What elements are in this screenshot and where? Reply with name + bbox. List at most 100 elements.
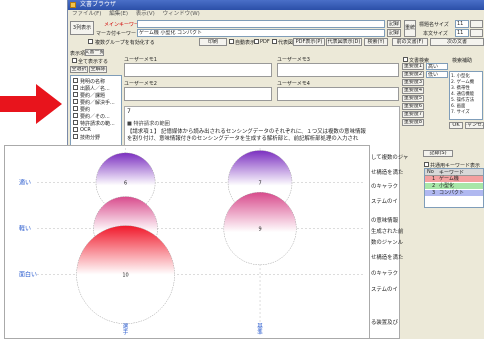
record-button-2[interactable]: 記録 (387, 29, 401, 37)
doc-query-checkbox[interactable] (403, 57, 408, 62)
clear-all-button[interactable]: 全解除 (89, 66, 107, 73)
title-font-size-input[interactable]: 11 (455, 20, 469, 28)
doc-snippet: 生成された前 (371, 229, 404, 235)
list-item[interactable]: 要約 (80, 106, 90, 113)
importance-button-7[interactable]: 重要度7 (402, 111, 424, 118)
item-checkbox[interactable] (73, 120, 78, 125)
col-keyword: キーワード (439, 170, 465, 176)
memo4-label: ユーザーメモ4 (277, 81, 310, 87)
keyword-text: 小型化 (439, 183, 455, 189)
group-checkbox[interactable] (88, 39, 93, 44)
keyword-row[interactable]: 2 小型化 (425, 183, 483, 189)
memo3-field[interactable] (277, 63, 399, 77)
doc-snippet: 数のジャンル (371, 240, 404, 246)
importance-button-3[interactable]: 重要度3 (402, 79, 424, 86)
record-button-1[interactable]: 記録 (387, 20, 401, 28)
bubble-chart-panel: 677910 適い軽い面白い選手基準 (4, 145, 370, 339)
show-all-checkbox[interactable] (72, 58, 77, 63)
search-button[interactable]: 検索(Y) (364, 38, 388, 46)
memo2-field[interactable] (124, 87, 272, 101)
memo3-label: ユーザーメモ3 (277, 57, 310, 63)
importance-value-2[interactable]: 低い (426, 71, 448, 78)
menu-window[interactable]: ウィンドウ(W) (163, 11, 200, 17)
three-column-button[interactable]: 3列表示 (70, 21, 94, 35)
doc-snippet: のキャラク (371, 271, 398, 277)
font-size-label-1: 標題名サイズ (419, 22, 449, 28)
memo1-label: ユーザーメモ1 (124, 57, 157, 63)
list-item[interactable]: 要約／解決手... (80, 99, 115, 106)
doc-snippet: の意味情報 (371, 218, 398, 224)
x-tick-label: 選 (123, 322, 129, 330)
font-apply-button-2[interactable] (470, 29, 483, 37)
item-checkbox[interactable] (73, 78, 78, 83)
item-checkbox[interactable] (73, 85, 78, 90)
memo1-field[interactable] (124, 63, 272, 77)
keyword-no: 2 (432, 183, 436, 189)
importance-button-4[interactable]: 重要度4 (402, 87, 424, 94)
item-checkbox[interactable] (73, 106, 78, 111)
item-checkbox[interactable] (73, 99, 78, 104)
prev-document-button[interactable]: 前の文書(F) (392, 38, 428, 46)
doc-snippet: る装置及び (371, 320, 398, 326)
doc-snippet: ステムのイ (371, 287, 398, 293)
list-item[interactable]: 技術分野 (80, 134, 100, 141)
proxy-display-button[interactable]: 代表図表示(D) (326, 38, 362, 46)
body-font-size-input[interactable]: 11 (455, 29, 469, 37)
ok-button[interactable]: OK (449, 122, 463, 129)
item-checkbox[interactable] (73, 92, 78, 97)
list-item[interactable]: OCR (80, 127, 91, 133)
list-item[interactable]: 特許請求の範... (80, 120, 115, 127)
bubble-label: 7 (258, 180, 261, 186)
list-item[interactable]: 7. サイズ (451, 109, 470, 115)
font-apply-button-1[interactable] (470, 20, 483, 28)
list-item[interactable]: 発明の名称 (80, 78, 105, 85)
record-keywords-button[interactable]: 記録(S) (423, 150, 453, 157)
importance-button-6[interactable]: 重要度6 (402, 103, 424, 110)
pdf-checkbox[interactable] (254, 39, 259, 44)
main-keyword-input[interactable] (137, 20, 385, 28)
bubble-chart: 677910 適い軽い面白い選手基準 (19, 148, 365, 336)
importance-value-1[interactable]: 高い (426, 63, 448, 70)
menu-file[interactable]: ファイル(F) (72, 11, 101, 17)
col-no: No (427, 169, 434, 175)
memo4-field[interactable] (277, 87, 399, 101)
importance-button-1[interactable]: 重要度1 (402, 63, 424, 70)
item-checkbox[interactable] (73, 127, 78, 132)
proxy-checkbox[interactable] (272, 39, 277, 44)
keyword-no: 1 (432, 176, 436, 182)
item-checkbox[interactable] (73, 113, 78, 118)
importance-button-2[interactable]: 重要度2 (402, 71, 424, 78)
importance-panel: 重要度1 高い 重要度2 低い 重要度3 重要度4 重要度5 重要度6 重要度7… (402, 63, 484, 153)
menu-view[interactable]: 表示(V) (136, 11, 155, 17)
doc-list-button[interactable]: 文書一覧 (85, 49, 104, 56)
menu-bar: ファイル(F) 編集(E) 表示(V) ウィンドウ(W) (68, 10, 484, 19)
window-title: 文書ブラウザ (80, 1, 117, 8)
doc-snippet: ステムのイ (371, 199, 398, 205)
keyword-no: 3 (432, 190, 436, 196)
title-bar: 文書ブラウザ (68, 0, 484, 10)
doc-snippet: せ構造を満た (371, 255, 404, 261)
keyword-list-checkbox[interactable] (424, 162, 429, 167)
cancel-button[interactable]: キャンセル (465, 122, 484, 129)
doc-number: 7 (127, 108, 131, 115)
y-tick-label: 面白い (19, 271, 37, 279)
pdf-display-button[interactable]: PDF表示(P) (293, 38, 325, 46)
stats-button[interactable]: 重統 (404, 20, 416, 37)
y-tick-label: 軽い (19, 225, 31, 233)
importance-button-5[interactable]: 重要度5 (402, 95, 424, 102)
select-all-button[interactable]: 全選択 (70, 66, 88, 73)
arrow-shape (0, 84, 62, 124)
list-item[interactable]: 要約／課題 (80, 92, 105, 99)
print-button[interactable]: 印刷 (199, 38, 227, 46)
next-document-button[interactable]: 次の文書 (430, 38, 484, 46)
item-checkbox[interactable] (73, 134, 78, 139)
keyword-row[interactable]: 1 ゲーム機 (425, 176, 483, 182)
list-item[interactable]: 出願人／名... (80, 85, 110, 92)
importance-button-8[interactable]: 重要度8 (402, 119, 424, 126)
auto-display-checkbox[interactable] (229, 39, 234, 44)
menu-edit[interactable]: 編集(E) (109, 11, 128, 17)
auto-display-label: 自動表示 (235, 40, 256, 46)
list-item[interactable]: 要約／その... (80, 113, 110, 120)
marker-keyword-input[interactable]: ゲーム機 小型化 コンパクト (137, 29, 385, 37)
keyword-row[interactable]: 3 コンパクト (425, 190, 483, 196)
